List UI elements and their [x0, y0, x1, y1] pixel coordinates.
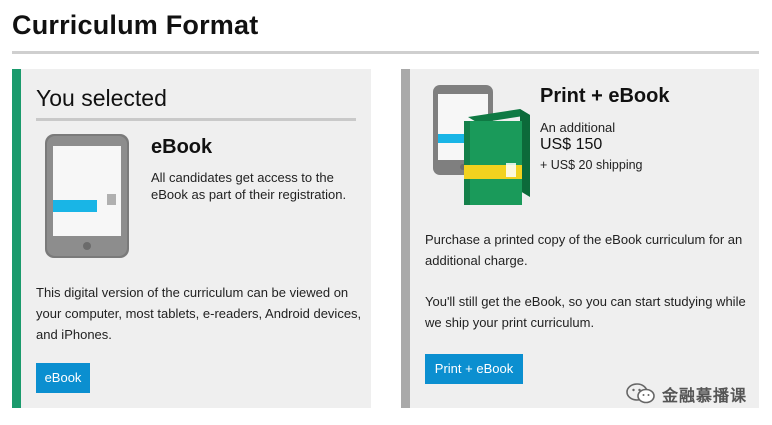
print-title: Print + eBook [540, 85, 670, 107]
title-divider [12, 51, 759, 54]
additional-label: An additional [540, 120, 616, 135]
page-title: Curriculum Format [12, 10, 259, 40]
book-icon [464, 109, 530, 205]
watermark: 金融慕播课 [626, 380, 747, 408]
tablet-icon [45, 134, 129, 258]
selected-format-card: You selected eBook All candidates get ac… [12, 69, 371, 408]
print-ebook-button[interactable]: Print + eBook [425, 354, 523, 384]
shipping-cost: + US$ 20 shipping [540, 158, 643, 172]
ebook-long-description: This digital version of the curriculum c… [36, 285, 362, 342]
ebook-button[interactable]: eBook [36, 363, 90, 393]
print-note: You'll still get the eBook, so you can s… [425, 294, 746, 330]
ebook-title: eBook [151, 136, 213, 158]
print-description: Purchase a printed copy of the eBook cur… [425, 232, 743, 268]
selected-heading: You selected [36, 85, 167, 111]
selected-divider [36, 118, 356, 121]
ebook-description: All candidates get access to the eBook a… [151, 170, 347, 202]
print-option-card: Print + eBook An additional US$ 150 + US… [401, 69, 759, 408]
watermark-text: 金融慕播课 [662, 388, 748, 405]
wechat-icon [626, 383, 655, 404]
price: US$ 150 [540, 136, 603, 153]
